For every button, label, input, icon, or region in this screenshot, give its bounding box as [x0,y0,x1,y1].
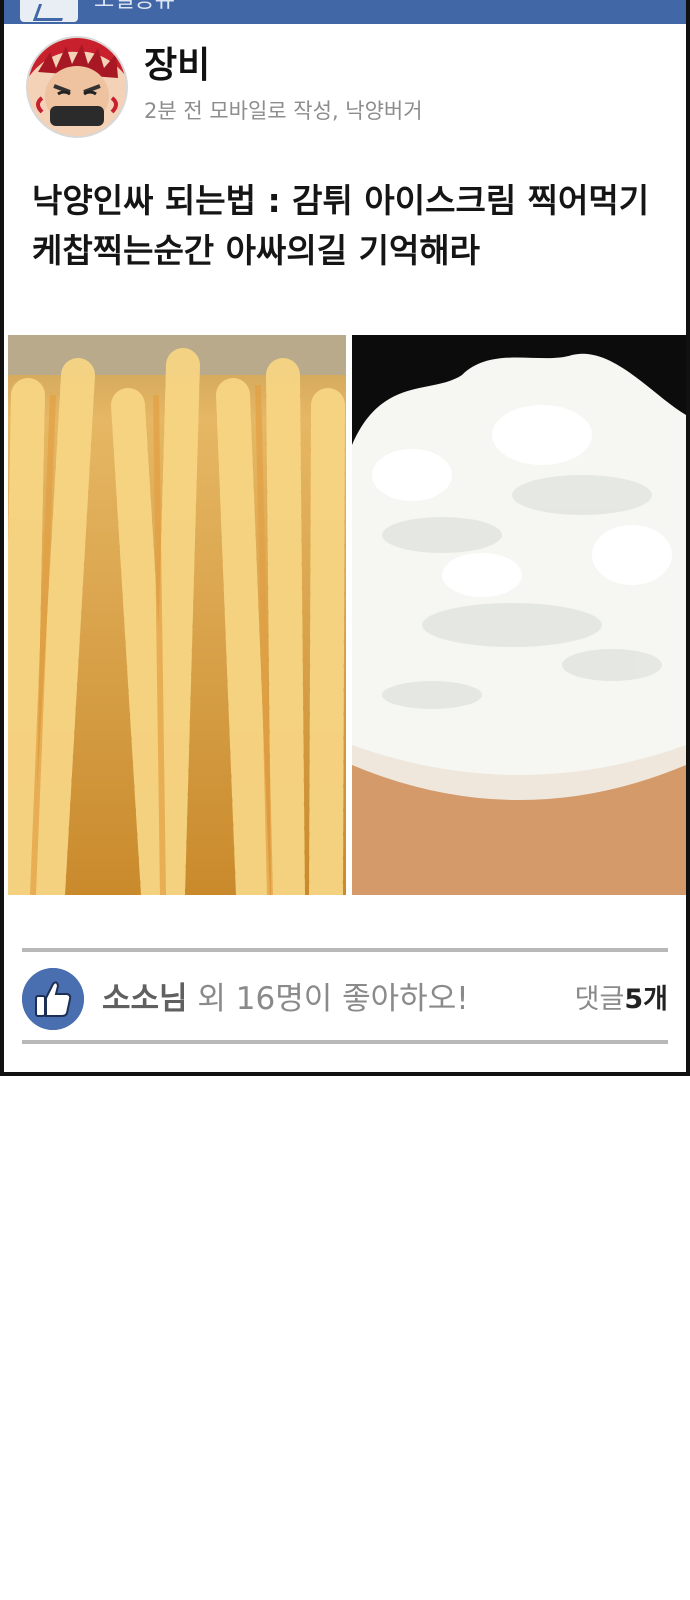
photo-collage [4,335,686,895]
post-body: 낙양인싸 되는법 : 감튀 아이스크림 찍어먹기 케찹찍는순간 아싸의길 기억해… [32,176,672,276]
like-count-text: 외 16명이 좋아하오! [187,981,469,1017]
top-bar: 소셜공유 [4,0,686,24]
liker-name[interactable]: 소소님 [102,981,188,1017]
reaction-bar: 소소님 외 16명이 좋아하오! 댓글5개 [22,968,668,1030]
post-line: 낙양인싸 되는법 : 감튀 아이스크림 찍어먹기 [32,181,650,220]
divider [22,948,668,952]
crinkle-fries-photo[interactable] [8,335,346,895]
avatar[interactable] [26,36,128,138]
like-summary[interactable]: 소소님 외 16명이 좋아하오! [102,978,469,1020]
author-name[interactable]: 장비 [144,42,210,90]
divider [22,1040,668,1044]
post-card: 소셜공유 장비 2분 전 모바일로 작성, 낙양버거 낙양인싸 되는법 : 감튀… [0,0,690,1076]
top-bar-title: 소셜공유 [94,0,175,13]
whipped-ice-cream-photo[interactable] [352,335,686,895]
comment-count: 5개 [624,984,668,1015]
comment-label: 댓글 [574,984,625,1015]
thumbs-up-icon[interactable] [22,968,84,1030]
post-line: 케찹찍는순간 아싸의길 기억해라 [32,231,481,270]
post-meta: 2분 전 모바일로 작성, 낙양버거 [144,99,423,123]
comment-link[interactable]: 댓글5개 [575,981,668,1019]
app-logo-icon [20,0,78,22]
